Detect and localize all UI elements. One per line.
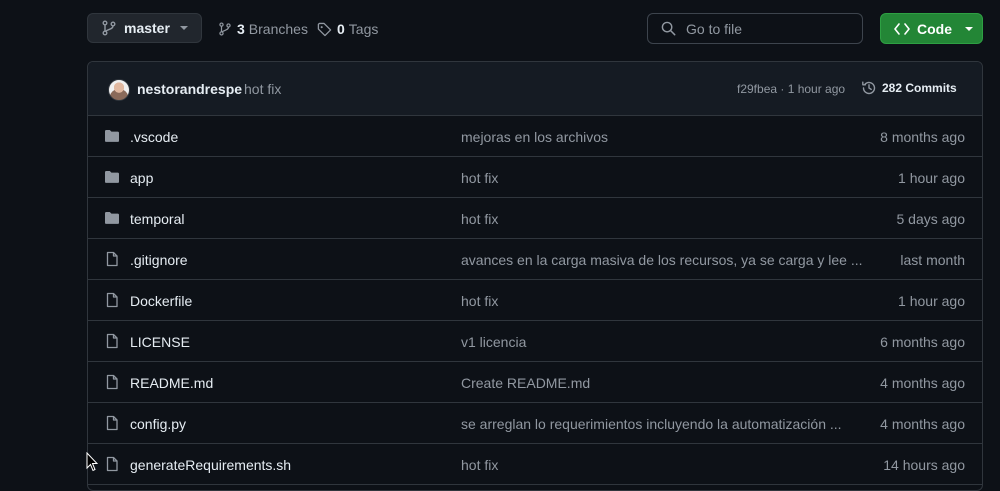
commit-sha-time[interactable]: f29fbea · 1 hour ago: [737, 82, 845, 96]
file-icon: [104, 251, 120, 267]
file-rows: .vscode mejoras en los archivos 8 months a…: [88, 116, 982, 485]
branches-count: 3: [237, 21, 245, 37]
latest-commit-bar: nestorandrespe hot fix f29fbea · 1 hour …: [88, 62, 982, 116]
commit-author[interactable]: nestorandrespe: [137, 81, 242, 97]
history-icon: [861, 80, 877, 96]
file-name-link[interactable]: config.py: [130, 416, 186, 432]
repo-toolbar: master 3 Branches 0 Tags Code: [87, 13, 983, 45]
code-button[interactable]: Code: [880, 13, 983, 44]
file-commit-date: 1 hour ago: [898, 170, 965, 186]
branch-name: master: [124, 20, 170, 36]
file-commit-date: 8 months ago: [880, 129, 965, 145]
file-commit-message-link[interactable]: hot fix: [461, 293, 498, 309]
latest-commit-message[interactable]: hot fix: [244, 81, 281, 97]
file-icon: [104, 333, 120, 349]
file-commit-message-link[interactable]: se arreglan lo requerimientos incluyendo…: [461, 416, 842, 432]
commits-history-link[interactable]: 282 Commits: [861, 80, 957, 96]
chevron-down-icon: [964, 26, 974, 32]
file-name-link[interactable]: README.md: [130, 375, 213, 391]
file-name-link[interactable]: Dockerfile: [130, 293, 192, 309]
folder-icon: [104, 169, 120, 185]
file-commit-date: 5 days ago: [896, 211, 966, 227]
file-icon: [104, 292, 120, 308]
file-row[interactable]: app hot fix 1 hour ago: [88, 157, 982, 198]
tags-count: 0: [337, 21, 345, 37]
folder-icon: [104, 210, 120, 226]
chevron-down-icon: [179, 25, 189, 31]
file-name-link[interactable]: temporal: [130, 211, 184, 227]
folder-icon: [104, 128, 120, 144]
file-commit-message-link[interactable]: hot fix: [461, 211, 498, 227]
file-commit-message-link[interactable]: hot fix: [461, 457, 498, 473]
tag-icon: [317, 22, 332, 37]
branch-selector-button[interactable]: master: [87, 13, 202, 43]
tags-label: Tags: [348, 21, 379, 37]
file-row[interactable]: .vscode mejoras en los archivos 8 months a…: [88, 116, 982, 157]
file-commit-message-link[interactable]: mejoras en los archivos: [461, 129, 608, 145]
code-button-label: Code: [917, 20, 952, 37]
file-row[interactable]: Dockerfile hot fix 1 hour ago: [88, 280, 982, 321]
file-name-link[interactable]: app: [130, 170, 153, 186]
search-icon: [661, 21, 676, 36]
file-row[interactable]: config.py se arreglan lo requerimientos i…: [88, 403, 982, 444]
file-name-link[interactable]: .gitignore: [130, 252, 188, 268]
mouse-cursor-icon: [86, 452, 98, 472]
file-commit-date: 1 hour ago: [898, 293, 965, 309]
branch-icon: [218, 21, 232, 37]
file-commit-message-link[interactable]: avances en la carga masiva de los recurs…: [461, 252, 863, 268]
code-icon: [894, 22, 910, 36]
file-commit-date: 4 months ago: [880, 375, 965, 391]
file-icon: [104, 415, 120, 431]
file-commit-date: 4 months ago: [880, 416, 965, 432]
file-name-link[interactable]: .vscode: [130, 129, 178, 145]
file-icon: [104, 456, 120, 472]
go-to-file-search[interactable]: [647, 13, 863, 44]
file-row[interactable]: generateRequirements.sh hot fix 14 hours a…: [88, 444, 982, 485]
file-listing: nestorandrespe hot fix f29fbea · 1 hour …: [87, 61, 983, 491]
go-to-file-input[interactable]: [684, 19, 858, 38]
file-row[interactable]: .gitignore avances en la carga masiva de …: [88, 239, 982, 280]
file-commit-date: last month: [900, 252, 965, 268]
file-name-link[interactable]: generateRequirements.sh: [130, 457, 291, 473]
file-icon: [104, 374, 120, 390]
file-row[interactable]: temporal hot fix 5 days ago: [88, 198, 982, 239]
file-row[interactable]: LICENSE v1 licencia 6 months ago: [88, 321, 982, 362]
file-commit-message-link[interactable]: hot fix: [461, 170, 498, 186]
avatar[interactable]: [108, 79, 130, 101]
file-commit-date: 6 months ago: [880, 334, 965, 350]
tags-link[interactable]: 0 Tags: [317, 13, 378, 45]
file-commit-message-link[interactable]: Create README.md: [461, 375, 590, 391]
file-name-link[interactable]: LICENSE: [130, 334, 190, 350]
branches-label: Branches: [248, 21, 308, 37]
commits-count: 282 Commits: [882, 81, 957, 95]
branch-icon: [101, 20, 117, 36]
file-commit-message-link[interactable]: v1 licencia: [461, 334, 526, 350]
file-commit-date: 14 hours ago: [883, 457, 965, 473]
file-row[interactable]: README.md Create README.md 4 months ago: [88, 362, 982, 403]
branches-link[interactable]: 3 Branches: [218, 13, 308, 45]
